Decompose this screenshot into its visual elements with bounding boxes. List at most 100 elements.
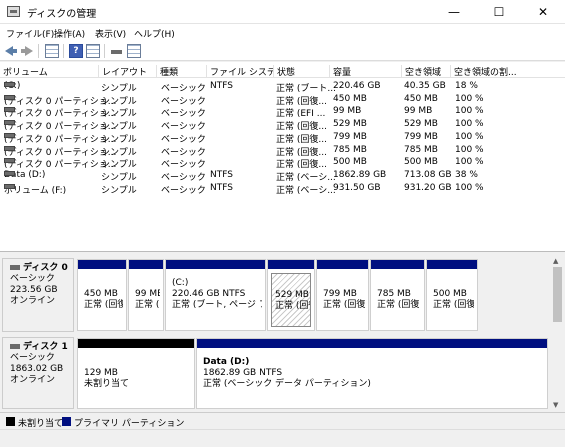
menu-action[interactable]: 操作(A) (54, 27, 85, 40)
menu-bar: ファイル(F) 操作(A) 表示(V) ヘルプ(H) (0, 24, 565, 41)
volume-row[interactable]: (ディスク 0 パーティショ... シンプル ベーシック 正常 (回復... 500 M… (0, 156, 565, 170)
partition-size: 129 MB (84, 368, 118, 378)
column-filesystem[interactable]: ファイル システム (206, 65, 273, 77)
disk-0-partition[interactable]: 450 MB 正常 (回復 (77, 259, 127, 331)
disk-icon (10, 344, 20, 349)
volume-cell: 38 % (455, 169, 478, 180)
close-button[interactable]: ✕ (521, 0, 565, 24)
volume-icon (4, 120, 15, 126)
volume-icon (4, 170, 15, 176)
show-console-tree-icon[interactable] (45, 44, 59, 58)
volume-cell: 931.50 GB (333, 182, 381, 193)
partition-info: 529 MB正常 (回復 (271, 273, 311, 327)
volume-row[interactable]: (ディスク 0 パーティショ... シンプル ベーシック 正常 (EFI ... 99 … (0, 105, 565, 119)
list-view-icon[interactable] (127, 44, 141, 58)
disk-1-label[interactable]: ディスク 1 ベーシック 1863.02 GB オンライン (2, 337, 74, 409)
column-status[interactable]: 状態 (273, 65, 329, 77)
volume-row[interactable]: (ディスク 0 パーティショ... シンプル ベーシック 正常 (回復... 785 M… (0, 144, 565, 158)
partition-status: 正常 (ベーシック データ パーティション) (203, 379, 371, 389)
scroll-thumb[interactable] (553, 267, 562, 322)
volume-cell: 100 % (455, 93, 484, 104)
disk-0-partition[interactable]: 529 MB正常 (回復 (267, 259, 315, 331)
partition-size: 99 MB (135, 289, 160, 299)
toolbar: ? (0, 41, 565, 61)
partition-info: Data (D:) 1862.89 GB NTFS 正常 (ベーシック データ パー… (200, 352, 544, 405)
volume-cell: NTFS (210, 169, 233, 180)
volume-cell: 529 MB (404, 119, 438, 130)
back-arrow-icon[interactable] (4, 44, 18, 58)
volume-cell: NTFS (210, 81, 233, 91)
title-bar: ディスクの管理 — ☐ ✕ (0, 0, 565, 24)
status-bar (0, 429, 565, 447)
disk-graphical-view: ディスク 0 ベーシック 223.56 GB オンライン 450 MB 正常 (回… (0, 255, 565, 411)
properties-icon[interactable] (86, 44, 100, 58)
disk-1-type: ベーシック (10, 353, 55, 363)
menu-file[interactable]: ファイル(F) (6, 27, 54, 40)
volume-row[interactable]: (C:)シンプルベーシックNTFS正常 (ブート...220.46 GB40.3… (0, 80, 565, 94)
volume-row[interactable]: (ディスク 0 パーティショ... シンプル ベーシック 正常 (回復... 799 M… (0, 131, 565, 145)
volume-cell: シンプル (101, 185, 137, 196)
volume-cell: Data (D:) (4, 170, 45, 180)
unallocated-swatch (6, 417, 15, 426)
volume-cell: 450 MB (333, 93, 367, 104)
disk-0-partition[interactable]: 99 MB正常 (E (128, 259, 164, 331)
partition-label (275, 279, 310, 290)
volume-row[interactable]: (ディスク 0 パーティショ... シンプル ベーシック 正常 (回復... 529 M… (0, 118, 565, 132)
help-icon[interactable]: ? (69, 44, 83, 58)
partition-status: 正常 (回復 (433, 300, 474, 310)
partition-bar (166, 260, 265, 269)
disk-1-size: 1863.02 GB (10, 364, 64, 374)
connect-icon[interactable] (110, 44, 124, 58)
disk-1-partition[interactable]: 129 MB 未割り当て (77, 338, 195, 409)
volume-icon (4, 107, 15, 113)
menu-help[interactable]: ヘルプ(H) (134, 27, 175, 40)
disk-0-label[interactable]: ディスク 0 ベーシック 223.56 GB オンライン (2, 258, 74, 332)
column-free-percent[interactable]: 空き領域の割... (450, 65, 518, 77)
volume-icon (4, 183, 15, 189)
column-free-space[interactable]: 空き領域 (401, 65, 450, 77)
disk-0-partition[interactable]: (C:)220.46 GB NTFS正常 (ブート, ページ ファイル (165, 259, 266, 331)
partition-bar (197, 339, 547, 348)
column-type[interactable]: 種類 (156, 65, 206, 77)
volume-cell: 99 MB (404, 106, 433, 117)
volume-cell: 529 MB (333, 119, 367, 130)
disk-icon (10, 265, 20, 270)
partition-info: 450 MB 正常 (回復 (81, 273, 123, 327)
volume-row[interactable]: ボリューム (F:) シンプル ベーシック NTFS 正常 (ベーシ... 931.50 … (0, 182, 565, 196)
partition-label: Data (D:) (203, 357, 250, 367)
scroll-up-icon[interactable]: ▲ (553, 257, 558, 265)
toolbar-separator (104, 44, 105, 58)
volume-icon (4, 158, 15, 164)
column-capacity[interactable]: 容量 (329, 65, 401, 77)
disk-0-name: ディスク 0 (23, 263, 68, 273)
partition-bar (268, 260, 314, 269)
menu-view[interactable]: 表示(V) (95, 27, 126, 40)
partition-label (323, 278, 365, 289)
disk-0-partition[interactable]: 785 MB 正常 (回復 (370, 259, 425, 331)
volume-cell: 100 % (455, 182, 484, 193)
volume-cell: NTFS (210, 182, 233, 193)
partition-info: 500 MB 正常 (回復 (430, 273, 474, 327)
volume-row[interactable]: (ディスク 0 パーティショ... シンプル ベーシック 正常 (回復... 450 M… (0, 93, 565, 107)
forward-arrow-icon[interactable] (20, 44, 34, 58)
volume-row[interactable]: Data (D:) シンプル ベーシック NTFS 正常 (ベーシ... 1862.89 … (0, 169, 565, 183)
maximize-button[interactable]: ☐ (477, 0, 521, 24)
disk-1-partition[interactable]: Data (D:) 1862.89 GB NTFS 正常 (ベーシック データ パー… (196, 338, 548, 409)
partition-info: 799 MB 正常 (回復 (320, 273, 365, 327)
disk-0-partition[interactable]: 799 MB 正常 (回復 (316, 259, 369, 331)
partition-status: 未割り当て (84, 379, 130, 389)
partition-info: 129 MB 未割り当て (81, 352, 191, 405)
column-layout[interactable]: レイアウト (98, 65, 156, 77)
volume-cell: 18 % (455, 81, 478, 91)
volume-cell: 正常 (ベーシ... (276, 185, 336, 196)
partition-info: 99 MB正常 (E (132, 273, 160, 327)
graphical-scrollbar[interactable]: ▲ ▼ (550, 255, 565, 411)
scroll-down-icon[interactable]: ▼ (553, 401, 558, 409)
volume-cell: 799 MB (404, 131, 438, 142)
disk-0-partition[interactable]: 500 MB 正常 (回復 (426, 259, 478, 331)
volume-cell: (C:) (4, 81, 20, 91)
minimize-button[interactable]: — (432, 0, 476, 24)
partition-size: 799 MB (323, 289, 357, 299)
volume-list-header: ボリューム レイアウト 種類 ファイル システム 状態 容量 空き領域 空き領域… (0, 62, 565, 78)
column-volume[interactable]: ボリューム (0, 65, 98, 77)
